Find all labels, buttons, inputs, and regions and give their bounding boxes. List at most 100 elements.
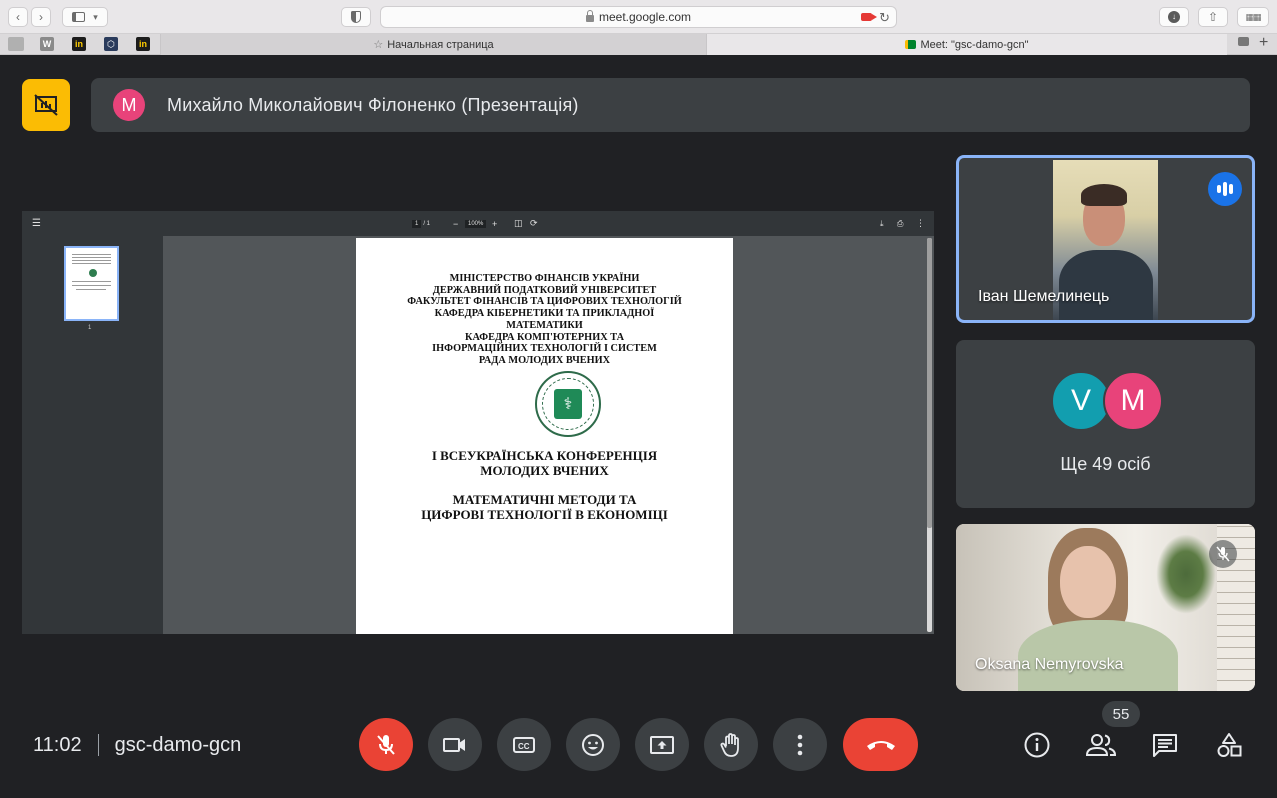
mic-off-icon bbox=[1209, 540, 1237, 568]
participant-tile-self[interactable]: Oksana Nemyrovska bbox=[956, 524, 1255, 691]
privacy-report-button[interactable] bbox=[341, 7, 371, 27]
more-options-button[interactable] bbox=[773, 718, 827, 771]
zoom-out-icon[interactable]: − bbox=[453, 211, 458, 236]
raise-hand-button[interactable] bbox=[704, 718, 758, 771]
presentation-off-icon bbox=[34, 94, 58, 116]
closed-captions-icon: CC bbox=[513, 736, 535, 753]
present-now-button[interactable] bbox=[635, 718, 689, 771]
download-icon: ↓ bbox=[1168, 11, 1180, 23]
org-line: КАФЕДРА КІБЕРНЕТИКИ ТА ПРИКЛАДНОЇ bbox=[434, 308, 655, 320]
leave-call-button[interactable] bbox=[843, 718, 918, 771]
zoom-value[interactable]: 100% bbox=[465, 219, 487, 228]
page-thumbnail[interactable] bbox=[64, 246, 119, 321]
conference-title: I ВСЕУКРАЇНСЬКА КОНФЕРЕНЦІЯ МОЛОДИХ ВЧЕН… bbox=[356, 448, 733, 478]
org-line: РАДА МОЛОДИХ ВЧЕНИХ bbox=[478, 354, 611, 366]
org-line: МАТЕМАТИКИ bbox=[506, 319, 583, 331]
camera-recording-icon[interactable] bbox=[861, 13, 877, 21]
zoom-in-icon[interactable]: + bbox=[492, 211, 497, 236]
university-seal: ⚕ bbox=[535, 371, 601, 437]
fit-page-icon[interactable]: ◫ bbox=[514, 211, 523, 236]
share-button[interactable]: ⇧ bbox=[1198, 7, 1228, 27]
zoom-level[interactable]: 100% bbox=[465, 211, 488, 236]
participant-tile-speaker[interactable]: Іван Шемелинець bbox=[956, 155, 1255, 323]
captions-button[interactable]: CC bbox=[497, 718, 551, 771]
sidebar-icon bbox=[72, 12, 86, 22]
rotate-icon[interactable]: ⟳ bbox=[530, 211, 538, 236]
meet-icon bbox=[905, 40, 917, 49]
call-end-icon bbox=[866, 740, 895, 750]
meeting-details-button[interactable] bbox=[1020, 728, 1054, 762]
page-current[interactable]: 1 bbox=[412, 219, 422, 228]
share-icon: ⇧ bbox=[1207, 10, 1219, 24]
url-text: meet.google.com bbox=[598, 10, 692, 24]
microphone-toggle-button[interactable] bbox=[359, 718, 413, 771]
download-icon[interactable]: ⤓ bbox=[880, 211, 884, 236]
org-line: МІНІСТЕРСТВО ФІНАНСІВ УКРАЇНИ bbox=[449, 273, 640, 284]
more-vert-icon bbox=[797, 734, 803, 755]
meeting-code: gsc-damo-gcn bbox=[114, 733, 242, 756]
pinned-tab-hex-icon[interactable]: ⬡ bbox=[104, 37, 118, 51]
more-vert-icon[interactable]: ⋮ bbox=[916, 211, 925, 236]
topic-line: ЦИФРОВІ ТЕХНОЛОГІЇ В ЕКОНОМІЦІ bbox=[421, 506, 668, 522]
org-line: ФАКУЛЬТЕТ ФІНАНСІВ ТА ЦИФРОВИХ ТЕХНОЛОГІ… bbox=[407, 296, 682, 308]
lock-icon bbox=[585, 9, 594, 22]
pinned-tab-icon[interactable] bbox=[8, 37, 24, 51]
pdf-toolbar: ☰ 1 / 1 − 100% + ◫ ⟳ ⤓ ⎙ ⋮ bbox=[22, 211, 934, 236]
meeting-time: 11:02 bbox=[33, 733, 82, 756]
divider bbox=[97, 734, 99, 756]
address-bar[interactable]: meet.google.com ↻ bbox=[380, 6, 897, 28]
conference-line: I ВСЕУКРАЇНСЬКА КОНФЕРЕНЦІЯ bbox=[431, 448, 658, 463]
tab-home[interactable]: ☆ Начальная страница bbox=[160, 34, 707, 55]
participant-tile-others[interactable]: V M Ще 49 осіб bbox=[956, 340, 1255, 508]
org-header: МІНІСТЕРСТВО ФІНАНСІВ УКРАЇНИ ДЕРЖАВНИЙ … bbox=[356, 273, 733, 367]
caduceus-icon: ⚕ bbox=[554, 389, 582, 419]
pinned-tab-in-2[interactable]: in bbox=[136, 37, 150, 51]
downloads-button[interactable]: ↓ bbox=[1159, 7, 1189, 27]
avatar: M bbox=[1103, 371, 1163, 431]
shield-icon bbox=[351, 11, 361, 23]
org-line: КАФЕДРА КОМП'ЮТЕРНИХ ТА bbox=[464, 331, 625, 343]
sidebar-toggle-button[interactable]: ▾ bbox=[62, 7, 108, 27]
pinned-tab-in-1[interactable]: in bbox=[72, 37, 86, 51]
avatar: V bbox=[1051, 371, 1111, 431]
conference-topic: МАТЕМАТИЧНІ МЕТОДИ ТА ЦИФРОВІ ТЕХНОЛОГІЇ… bbox=[356, 492, 733, 522]
grid-icon: ▦▦ bbox=[1245, 11, 1261, 22]
camera-toggle-button[interactable] bbox=[428, 718, 482, 771]
chat-icon bbox=[1153, 734, 1177, 757]
speaking-indicator-icon bbox=[1208, 172, 1242, 206]
menu-icon[interactable]: ☰ bbox=[32, 211, 41, 236]
presenter-bar: M Михайло Миколайович Філоненко (Презент… bbox=[91, 78, 1250, 132]
participant-name: Oksana Nemyrovska bbox=[975, 656, 1124, 673]
video-tab-icon[interactable] bbox=[1238, 37, 1249, 46]
pdf-thumbnail-sidebar: 1 bbox=[22, 236, 163, 634]
new-tab-icon[interactable]: + bbox=[1259, 34, 1268, 52]
stop-presenting-button[interactable] bbox=[22, 79, 70, 131]
videocam-icon bbox=[443, 737, 465, 752]
page-total: / 1 bbox=[423, 220, 431, 227]
mic-off-icon bbox=[377, 734, 395, 755]
others-count-label: Ще 49 осіб bbox=[1060, 454, 1151, 474]
forward-button[interactable]: › bbox=[31, 7, 51, 27]
show-everyone-button[interactable] bbox=[1084, 728, 1118, 762]
people-icon bbox=[1085, 734, 1117, 756]
back-button[interactable]: ‹ bbox=[8, 7, 28, 27]
hand-icon bbox=[720, 732, 739, 757]
print-icon[interactable]: ⎙ bbox=[897, 211, 903, 236]
thumbnail-page-number: 1 bbox=[88, 325, 92, 331]
reload-icon[interactable]: ↻ bbox=[879, 10, 890, 26]
reactions-button[interactable] bbox=[566, 718, 620, 771]
tab-meet-label: Meet: "gsc-damo-gcn" bbox=[920, 38, 1029, 51]
pinned-tab-w[interactable]: W bbox=[40, 37, 54, 51]
tab-bar: W in ⬡ in ☆ Начальная страница Meet: "gs… bbox=[0, 34, 1277, 55]
activities-button[interactable] bbox=[1212, 728, 1246, 762]
tab-home-label: Начальная страница bbox=[387, 38, 494, 51]
page-indicator[interactable]: 1 / 1 bbox=[412, 211, 430, 236]
tab-overview-button[interactable]: ▦▦ bbox=[1237, 7, 1269, 27]
org-line: ІНФОРМАЦІЙНИХ ТЕХНОЛОГІЙ І СИСТЕМ bbox=[432, 343, 657, 355]
tab-meet[interactable]: Meet: "gsc-damo-gcn" bbox=[707, 34, 1227, 55]
info-icon bbox=[1024, 732, 1050, 758]
shared-pdf-viewer: ☰ 1 / 1 − 100% + ◫ ⟳ ⤓ ⎙ ⋮ 1 МІНІСТЕРСТВ… bbox=[22, 211, 934, 634]
pdf-scroll-thumb[interactable] bbox=[927, 238, 932, 528]
chat-button[interactable] bbox=[1148, 728, 1182, 762]
pdf-page: МІНІСТЕРСТВО ФІНАНСІВ УКРАЇНИ ДЕРЖАВНИЙ … bbox=[356, 238, 733, 634]
